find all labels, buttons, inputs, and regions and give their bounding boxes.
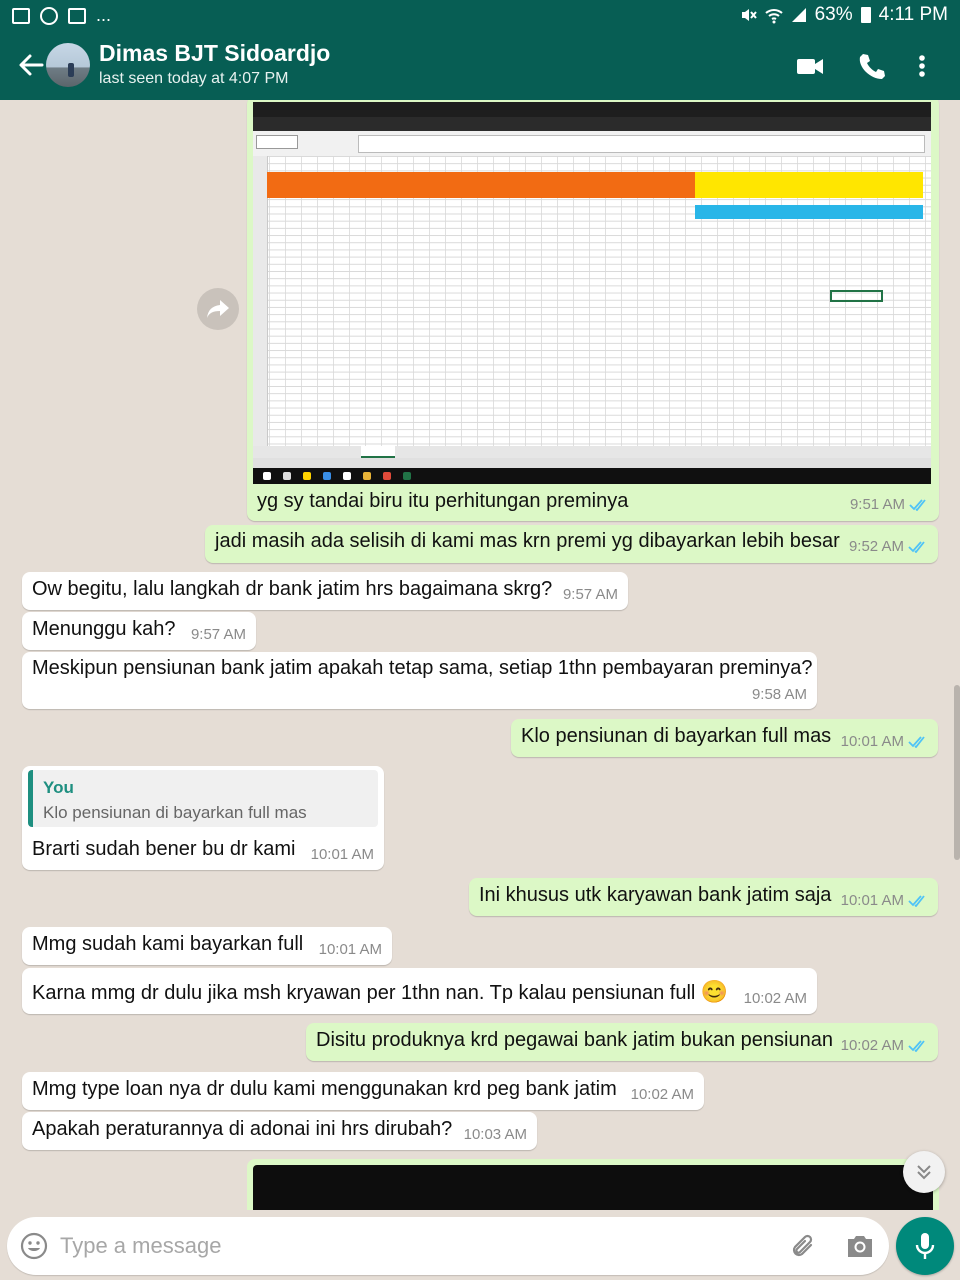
chat-header: Dimas BJT Sidoardjo last seen today at 4…	[0, 30, 960, 100]
battery-percent: 63%	[814, 4, 853, 25]
message-time: 10:01 AM	[840, 733, 904, 750]
message-time: 10:02 AM	[840, 1037, 904, 1054]
message-meta: 10:01 AM	[841, 733, 928, 750]
message-time: 10:02 AM	[630, 1086, 694, 1103]
message-bubble[interactable]: Ow begitu, lalu langkah dr bank jatim hr…	[22, 572, 628, 610]
double-chevron-down-icon	[917, 1165, 931, 1180]
message-text: Mmg type loan nya dr dulu kami menggunak…	[32, 1078, 617, 1100]
forward-button[interactable]	[197, 288, 239, 330]
voice-message-button[interactable]	[896, 1217, 954, 1275]
message-text: Mmg sudah kami bayarkan full	[32, 933, 304, 955]
attach-icon[interactable]	[789, 1231, 819, 1261]
message-bubble[interactable]: Karna mmg dr dulu jika msh kryawan per 1…	[22, 968, 817, 1014]
chrome-icon	[40, 6, 58, 25]
message-time: 10:03 AM	[463, 1126, 527, 1143]
wifi-icon	[764, 9, 783, 24]
contact-name[interactable]: Dimas BJT Sidoardjo	[99, 40, 330, 67]
message-text: Menunggu kah?	[32, 618, 176, 640]
message-meta: 10:03 AM	[464, 1126, 527, 1143]
more-notifications: ...	[96, 5, 112, 25]
message-bubble[interactable]: Meskipun pensiunan bank jatim apakah tet…	[22, 652, 817, 709]
battery-icon	[860, 7, 871, 23]
message-bubble[interactable]: jadi masih ada selisih di kami mas krn p…	[205, 525, 938, 563]
quoted-text: Klo pensiunan di bayarkan full mas	[43, 803, 307, 822]
message-input-container[interactable]: Type a message	[7, 1217, 889, 1275]
back-arrow-icon[interactable]	[14, 48, 48, 82]
message-bubble[interactable]: Ini khusus utk karyawan bank jatim saja …	[469, 878, 938, 916]
image-message[interactable]: yg sy tandai biru itu perhitungan premin…	[247, 100, 939, 521]
gallery-icon	[12, 7, 30, 24]
message-text: Ow begitu, lalu langkah dr bank jatim hr…	[32, 578, 553, 600]
more-vert-icon[interactable]	[907, 51, 937, 81]
read-receipt-icon	[909, 498, 926, 511]
mic-icon	[915, 1233, 935, 1259]
camera-icon[interactable]	[845, 1232, 875, 1260]
quoted-author: You	[43, 778, 74, 797]
message-time: 9:57 AM	[190, 626, 246, 643]
message-time: 9:57 AM	[562, 586, 618, 603]
phone-icon[interactable]	[856, 51, 886, 81]
signal-icon	[791, 8, 806, 22]
message-text-body: Karna mmg dr dulu jika msh kryawan per 1…	[32, 982, 696, 1004]
last-seen-status: last seen today at 4:07 PM	[99, 70, 289, 87]
spreadsheet-screenshot[interactable]	[253, 102, 931, 484]
read-receipt-icon	[908, 894, 925, 907]
message-meta: 9:57 AM	[563, 586, 618, 603]
message-time: 10:01 AM	[840, 892, 904, 909]
message-input[interactable]: Type a message	[60, 1233, 221, 1259]
input-bar: Type a message	[0, 1210, 960, 1280]
message-meta: 10:02 AM	[841, 1037, 928, 1054]
forward-icon	[207, 300, 229, 318]
clock: 4:11 PM	[878, 4, 948, 25]
message-time: 10:02 AM	[743, 990, 807, 1007]
message-meta: 10:02 AM	[744, 990, 807, 1007]
read-receipt-icon	[908, 540, 925, 553]
message-bubble[interactable]: Disitu produknya krd pegawai bank jatim …	[306, 1023, 938, 1061]
avatar[interactable]	[46, 43, 90, 87]
message-bubble[interactable]: Menunggu kah? 9:57 AM	[22, 612, 256, 650]
scrollbar[interactable]	[954, 685, 960, 860]
mute-icon	[741, 9, 757, 21]
message-meta: 10:01 AM	[319, 941, 382, 958]
gmail-icon	[68, 7, 86, 24]
message-text: Brarti sudah bener bu dr kami	[32, 838, 296, 860]
message-meta: 9:51 AM	[850, 496, 929, 513]
image-caption: yg sy tandai biru itu perhitungan premin…	[257, 490, 629, 512]
message-text: jadi masih ada selisih di kami mas krn p…	[215, 530, 840, 552]
message-bubble[interactable]: Apakah peraturannya di adonai ini hrs di…	[22, 1112, 537, 1150]
emoji-icon[interactable]	[20, 1232, 48, 1260]
video-call-icon[interactable]	[795, 51, 825, 81]
system-icons: 63% 4:11 PM	[739, 4, 948, 26]
reply-message-bubble[interactable]: You Klo pensiunan di bayarkan full mas B…	[22, 766, 384, 870]
message-time: 9:51 AM	[849, 496, 905, 513]
chat-area[interactable]: yg sy tandai biru itu perhitungan premin…	[0, 100, 960, 1210]
message-bubble[interactable]: Mmg sudah kami bayarkan full 10:01 AM	[22, 927, 392, 965]
message-text: Ini khusus utk karyawan bank jatim saja	[479, 884, 832, 906]
message-time: 10:01 AM	[310, 846, 374, 863]
message-text: Karna mmg dr dulu jika msh kryawan per 1…	[32, 979, 728, 1005]
message-text: Klo pensiunan di bayarkan full mas	[521, 725, 832, 747]
message-text: Meskipun pensiunan bank jatim apakah tet…	[32, 657, 813, 679]
message-text: Apakah peraturannya di adonai ini hrs di…	[32, 1118, 453, 1140]
message-meta: 9:57 AM	[191, 626, 246, 643]
message-time: 9:52 AM	[848, 538, 904, 555]
message-time: 10:01 AM	[318, 941, 382, 958]
message-meta: 10:01 AM	[311, 846, 374, 863]
message-time: 9:58 AM	[751, 686, 807, 703]
message-meta: 9:52 AM	[849, 538, 928, 555]
read-receipt-icon	[908, 735, 925, 748]
message-bubble[interactable]: Mmg type loan nya dr dulu kami menggunak…	[22, 1072, 704, 1110]
message-meta: 10:02 AM	[631, 1086, 694, 1103]
media-preview[interactable]	[253, 1165, 933, 1210]
scroll-to-bottom-button[interactable]	[903, 1151, 945, 1193]
read-receipt-icon	[908, 1039, 925, 1052]
smiley-emoji-icon: 😊	[700, 979, 729, 1004]
message-text: Disitu produknya krd pegawai bank jatim …	[316, 1029, 833, 1051]
quoted-message[interactable]: You Klo pensiunan di bayarkan full mas	[28, 770, 378, 827]
message-meta: 9:58 AM	[752, 686, 807, 703]
message-bubble[interactable]: Klo pensiunan di bayarkan full mas 10:01…	[511, 719, 938, 757]
notification-icons: ...	[12, 5, 111, 26]
status-bar: ... 63% 4:11 PM	[0, 0, 960, 30]
message-meta: 10:01 AM	[841, 892, 928, 909]
